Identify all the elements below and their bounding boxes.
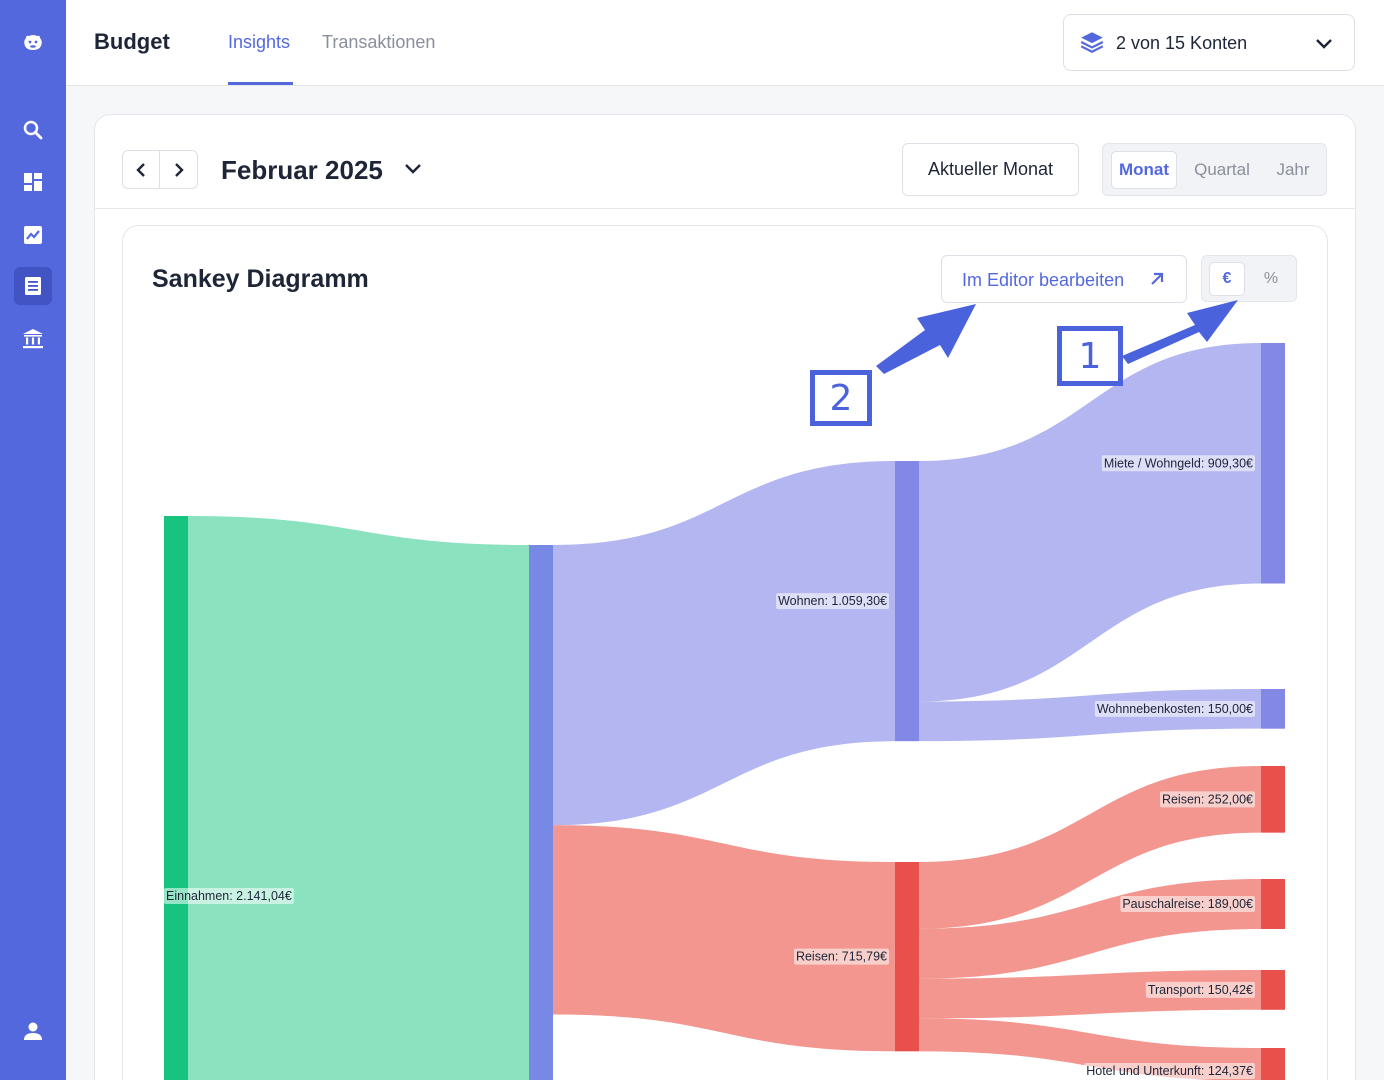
annotation-marker-1: 1 <box>1057 326 1123 386</box>
arrow-1-icon <box>1122 300 1238 364</box>
annotation-arrows <box>876 300 1238 374</box>
annotation-marker-2: 2 <box>810 370 872 426</box>
arrow-2-icon <box>876 304 976 374</box>
